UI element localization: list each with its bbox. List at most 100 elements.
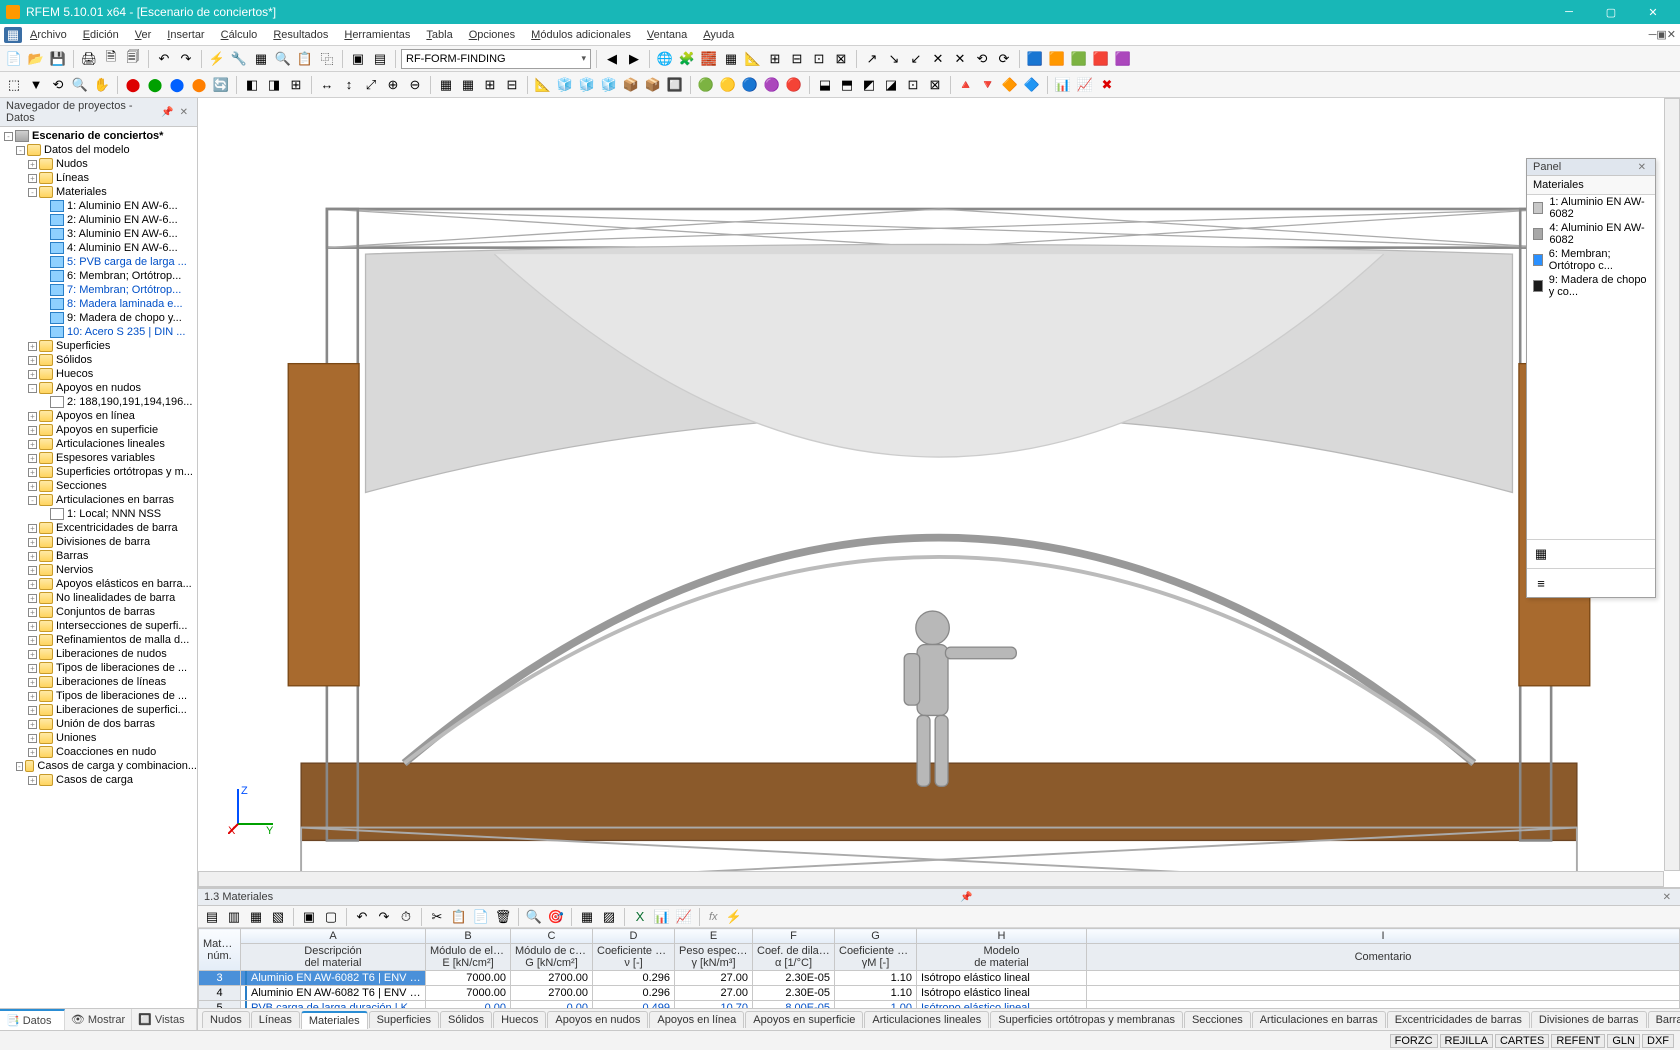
t2-53[interactable]: 🔷 — [1022, 75, 1042, 95]
tree-item[interactable]: -Articulaciones en barras — [0, 493, 197, 507]
t2-34[interactable]: 🟣 — [762, 75, 782, 95]
panel-btn-1[interactable]: ▦ — [1531, 544, 1551, 564]
t2-11[interactable]: ◧ — [242, 75, 262, 95]
new-icon[interactable]: 📄 — [4, 49, 24, 69]
viewport-scrollbar-h[interactable] — [198, 871, 1664, 887]
tree-item[interactable]: 5: PVB carga de larga ... — [0, 255, 197, 269]
status-cartes[interactable]: CARTES — [1495, 1034, 1549, 1048]
tree-item[interactable]: +Espesores variables — [0, 451, 197, 465]
t2-10[interactable]: 🔄 — [211, 75, 231, 95]
tb-23[interactable]: ▦ — [721, 49, 741, 69]
tree-item[interactable]: 4: Aluminio EN AW-6... — [0, 241, 197, 255]
3d-viewport[interactable]: ZYX Panel✕ Materiales 1: Aluminio EN AW-… — [198, 98, 1680, 888]
menu-módulos adicionales[interactable]: Módulos adicionales — [523, 27, 639, 43]
tb-36[interactable]: ⟳ — [994, 49, 1014, 69]
tb-nav-next[interactable]: ▶ — [624, 49, 644, 69]
table-tab-líneas[interactable]: Líneas — [251, 1011, 300, 1028]
tt-excel[interactable]: X — [630, 907, 650, 927]
table-pin-icon[interactable]: 📌 — [957, 892, 975, 903]
t2-60[interactable]: 📊 — [1053, 75, 1073, 95]
maximize-button[interactable]: ▢ — [1590, 0, 1632, 24]
t2-6[interactable]: ⬤ — [123, 75, 143, 95]
tree-item[interactable]: +Huecos — [0, 367, 197, 381]
tb-14[interactable]: ⿻ — [317, 49, 337, 69]
module-combo[interactable]: RF-FORM-FINDING — [401, 49, 591, 69]
tree-item[interactable]: +Refinamientos de malla d... — [0, 633, 197, 647]
t2-3[interactable]: ⟲ — [48, 75, 68, 95]
tree-item[interactable]: -Casos de carga y combinacion... — [0, 759, 197, 773]
tt-9[interactable]: ⏱ — [396, 907, 416, 927]
tb-20[interactable]: 🌐 — [655, 49, 675, 69]
t2-15[interactable]: ↕ — [339, 75, 359, 95]
viewport-scrollbar-v[interactable] — [1664, 98, 1680, 871]
mdi-close[interactable]: ✕ — [1667, 28, 1676, 41]
tree-item[interactable]: +Tipos de liberaciones de ... — [0, 661, 197, 675]
t2-23[interactable]: ⊟ — [502, 75, 522, 95]
tree-item[interactable]: +Sólidos — [0, 353, 197, 367]
material-swatch-row[interactable]: 9: Madera de chopo y co... — [1527, 273, 1655, 299]
close-button[interactable]: ✕ — [1632, 0, 1674, 24]
table-tab-barras[interactable]: Barras — [1648, 1011, 1680, 1028]
table-tab-divisiones-de-barras[interactable]: Divisiones de barras — [1531, 1011, 1647, 1028]
save-icon[interactable]: 💾 — [48, 49, 68, 69]
tree-item[interactable]: +Nudos — [0, 157, 197, 171]
tt-4[interactable]: ▧ — [268, 907, 288, 927]
status-gln[interactable]: GLN — [1607, 1034, 1640, 1048]
t2-50[interactable]: 🔺 — [956, 75, 976, 95]
t2-51[interactable]: 🔻 — [978, 75, 998, 95]
t2-20[interactable]: ▦ — [436, 75, 456, 95]
tb-13[interactable]: 📋 — [295, 49, 315, 69]
tb-5[interactable]: 🗎 — [101, 49, 121, 69]
t2-14[interactable]: ↔ — [317, 75, 337, 95]
tt-cut[interactable]: ✂ — [427, 907, 447, 927]
tt-copy[interactable]: 📋 — [449, 907, 469, 927]
tt-redo[interactable]: ↷ — [374, 907, 394, 927]
table-tab-articulaciones-en-barras[interactable]: Articulaciones en barras — [1252, 1011, 1386, 1028]
tb-25[interactable]: ⊞ — [765, 49, 785, 69]
menu-ayuda[interactable]: Ayuda — [695, 27, 742, 43]
table-tab-materiales[interactable]: Materiales — [301, 1011, 368, 1029]
tt-2[interactable]: ▥ — [224, 907, 244, 927]
tb-40[interactable]: 🟦 — [1025, 49, 1045, 69]
t2-1[interactable]: ⬚ — [4, 75, 24, 95]
tt-21[interactable]: 📈 — [674, 907, 694, 927]
t2-44[interactable]: ⊡ — [903, 75, 923, 95]
t2-7[interactable]: ⬤ — [145, 75, 165, 95]
t2-41[interactable]: ⬒ — [837, 75, 857, 95]
tb-44[interactable]: 🟪 — [1113, 49, 1133, 69]
tt-20[interactable]: 📊 — [652, 907, 672, 927]
t2-17[interactable]: ⊕ — [383, 75, 403, 95]
table-tab-apoyos-en-línea[interactable]: Apoyos en línea — [649, 1011, 744, 1028]
t2-26[interactable]: 🧊 — [577, 75, 597, 95]
t2-32[interactable]: 🟡 — [718, 75, 738, 95]
panel-close-icon[interactable]: ✕ — [177, 107, 191, 118]
tree-item[interactable]: -Escenario de conciertos* — [0, 129, 197, 143]
menu-cálculo[interactable]: Cálculo — [213, 27, 266, 43]
tree-item[interactable]: +Articulaciones lineales — [0, 437, 197, 451]
tt-18[interactable]: ▨ — [599, 907, 619, 927]
t2-18[interactable]: ⊖ — [405, 75, 425, 95]
t2-28[interactable]: 📦 — [621, 75, 641, 95]
table-tab-excentricidades-de-barras[interactable]: Excentricidades de barras — [1387, 1011, 1530, 1028]
table-tab-superficies-ortótropas-y-membranas[interactable]: Superficies ortótropas y membranas — [990, 1011, 1183, 1028]
tb-9[interactable]: ⚡ — [207, 49, 227, 69]
tree-item[interactable]: +Apoyos en superficie — [0, 423, 197, 437]
tt-6[interactable]: ▢ — [321, 907, 341, 927]
tb-12[interactable]: 🔍 — [273, 49, 293, 69]
tree-item[interactable]: +Nervios — [0, 563, 197, 577]
table-close-icon[interactable]: ✕ — [1660, 892, 1674, 903]
tt-del[interactable]: 🗑 — [493, 907, 513, 927]
tt-3[interactable]: ▦ — [246, 907, 266, 927]
t2-33[interactable]: 🔵 — [740, 75, 760, 95]
t2-35[interactable]: 🔴 — [784, 75, 804, 95]
redo-icon[interactable]: ↷ — [176, 49, 196, 69]
menu-ver[interactable]: Ver — [127, 27, 160, 43]
status-dxf[interactable]: DXF — [1642, 1034, 1674, 1048]
tree-item[interactable]: +Superficies — [0, 339, 197, 353]
table-tab-apoyos-en-superficie[interactable]: Apoyos en superficie — [745, 1011, 863, 1028]
tree-item[interactable]: +Líneas — [0, 171, 197, 185]
menu-opciones[interactable]: Opciones — [461, 27, 523, 43]
table-tab-nudos[interactable]: Nudos — [202, 1011, 250, 1028]
tb-6[interactable]: 🗐 — [123, 49, 143, 69]
tree-item[interactable]: +Excentricidades de barra — [0, 521, 197, 535]
